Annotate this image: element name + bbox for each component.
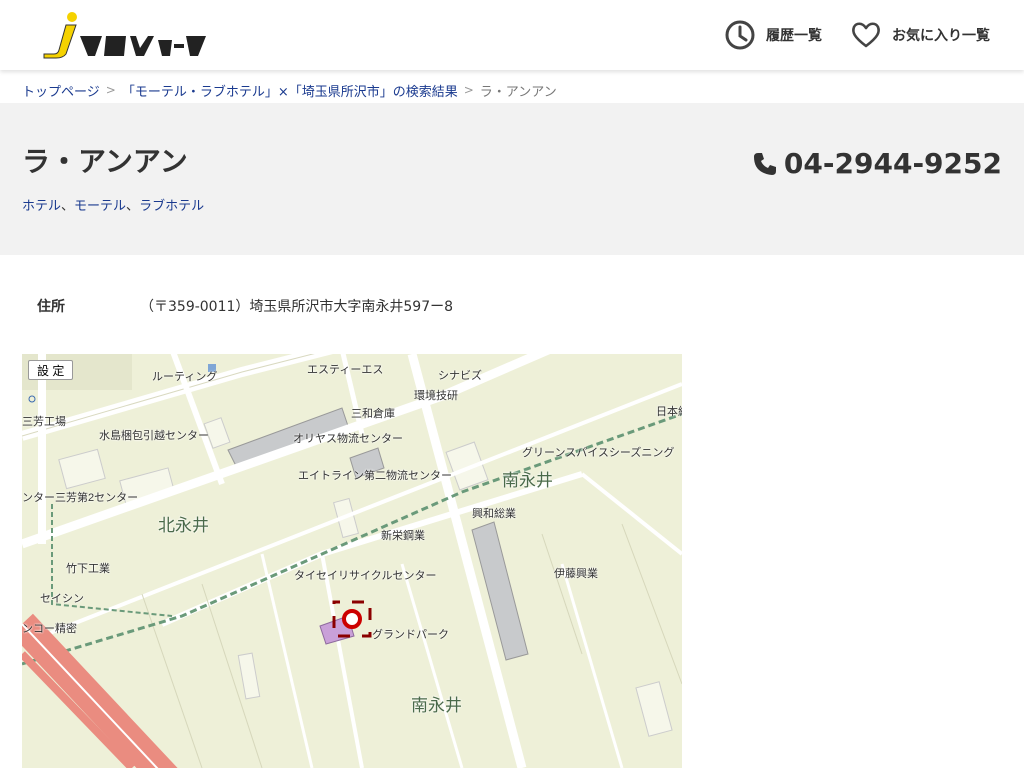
map-place-label: タイセイリサイクルセンター (294, 570, 437, 582)
map-place-label: オリヤス物流センター (293, 433, 403, 445)
breadcrumb-separator: > (105, 83, 116, 97)
map-area-label: 北永井 (158, 516, 209, 535)
map-place-label: 伊藤興業 (554, 568, 598, 580)
breadcrumb-separator: > (463, 83, 474, 97)
map-place-label: エイトライン第二物流センター (298, 470, 452, 482)
clock-icon (725, 20, 755, 50)
map-place-label: 三芳工場 (22, 416, 66, 428)
breadcrumb-home[interactable]: トップページ (22, 81, 100, 100)
category-separator: 、 (61, 199, 75, 214)
map-area-label: 南永井 (502, 471, 553, 490)
map-place-label: ルーティング (152, 371, 218, 383)
breadcrumb: トップページ > 「モーテル・ラブホテル」×「埼玉県所沢市」の検索結果 > ラ・… (22, 80, 557, 100)
map-place-label: 環境技研 (414, 390, 458, 402)
category-link-motel[interactable]: モーテル (74, 199, 126, 214)
map-place-label: 日本網 (656, 406, 682, 418)
history-label: 履歴一覧 (766, 28, 822, 44)
map-settings-button[interactable]: 設 定 (28, 360, 74, 380)
site-logo[interactable] (40, 10, 210, 60)
map-place-label: グリーンスパイスシーズニング (522, 447, 675, 459)
category-separator: 、 (126, 199, 140, 214)
favorites-label: お気に入り一覧 (892, 28, 990, 44)
map-place-label: セイシン (40, 593, 84, 605)
itownpage-logo-icon (43, 12, 206, 59)
category-list: ホテル、モーテル、ラブホテル (22, 195, 204, 214)
page-title: ラ・アンアン (22, 145, 188, 178)
favorites-link[interactable]: お気に入り一覧 (850, 18, 990, 52)
map-place-label: 三和倉庫 (351, 408, 395, 420)
history-link[interactable]: 履歴一覧 (724, 18, 822, 52)
map-place-label: グランドパーク (372, 629, 449, 641)
breadcrumb-search-results[interactable]: 「モーテル・ラブホテル」×「埼玉県所沢市」の検索結果 (122, 81, 458, 100)
address-value: （〒359-0011）埼玉県所沢市大字南永井597ー8 (140, 299, 454, 315)
map-place-label: 水島梱包引越センター (99, 430, 209, 442)
map-place-label: 新栄鋼業 (381, 530, 425, 542)
phone-link[interactable]: 04-2944-9252 (752, 147, 1002, 180)
heart-icon (852, 22, 880, 48)
category-link-love-hotel[interactable]: ラブホテル (139, 199, 204, 214)
breadcrumb-current: ラ・アンアン (479, 84, 557, 100)
category-link-hotel[interactable]: ホテル (22, 199, 61, 214)
map-view[interactable]: 設 定 南永井 北永井 南永井 エスティーエス シナビズ ルーティング 環境技研… (22, 354, 682, 768)
listing-header: ラ・アンアン ホテル、モーテル、ラブホテル 04-2944-9252 (0, 103, 1024, 255)
map-place-label: 興和総業 (472, 508, 516, 520)
map-place-label: ンコー精密 (22, 623, 77, 635)
map-place-label: シナビズ (438, 370, 482, 382)
site-header: 履歴一覧 お気に入り一覧 (0, 0, 1024, 70)
address-label: 住所 (37, 299, 65, 315)
map-area-label: 南永井 (411, 696, 462, 715)
map-place-label: ンター三芳第2センター (22, 492, 139, 504)
phone-icon (753, 152, 776, 175)
phone-number: 04-2944-9252 (783, 147, 1002, 180)
map-place-label: 竹下工業 (66, 563, 110, 575)
map-place-label: エスティーエス (307, 364, 384, 376)
